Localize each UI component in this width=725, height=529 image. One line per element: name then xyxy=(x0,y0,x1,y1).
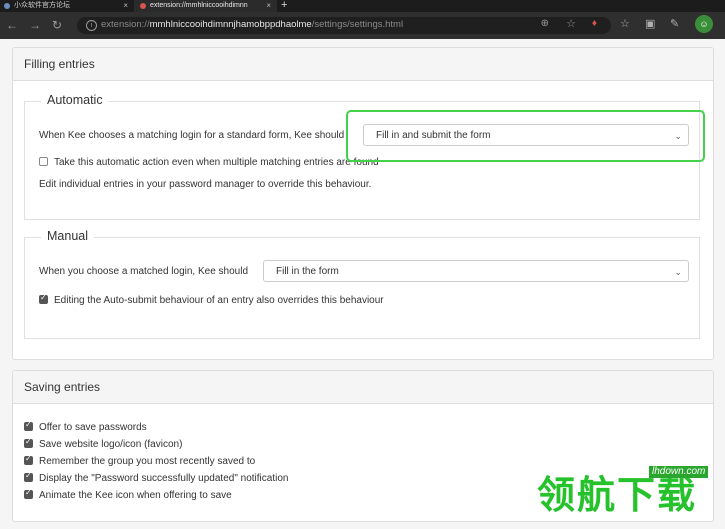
chevron-down-icon: ⌄ xyxy=(674,267,682,277)
watermark-text: 领航下载 xyxy=(537,473,698,517)
panel-title: Filling entries xyxy=(24,57,95,71)
animate-icon-option[interactable]: Animate the Kee icon when offering to sa… xyxy=(24,488,232,501)
manual-group: Manual When you choose a matched login, … xyxy=(24,229,700,339)
browser-toolbar: ← → ↻ i extension://mmhlniccooihdimnnjha… xyxy=(0,12,725,39)
collections-icon[interactable]: ▣ xyxy=(645,17,655,30)
multiple-entries-checkbox[interactable] xyxy=(39,157,48,166)
info-icon[interactable]: i xyxy=(86,20,97,31)
reload-button[interactable]: ↻ xyxy=(52,17,62,33)
multiple-entries-checkbox-row[interactable]: Take this automatic action even when mul… xyxy=(39,157,379,168)
back-button[interactable]: ← xyxy=(6,17,18,33)
filling-entries-panel: Filling entries Automatic When Kee choos… xyxy=(12,47,714,360)
new-tab-button[interactable]: + xyxy=(281,0,287,11)
checkbox-label: Take this automatic action even when mul… xyxy=(54,157,379,168)
zoom-icon[interactable]: ⊕ xyxy=(541,18,549,29)
site-favicon-icon xyxy=(4,3,10,9)
watermark-domain: lhdown.com xyxy=(649,466,709,478)
tab-close-icon[interactable]: × xyxy=(266,0,271,12)
profile-avatar[interactable]: ☺ xyxy=(695,15,713,33)
checkbox[interactable] xyxy=(24,420,33,431)
kee-extension-icon[interactable]: ♦ xyxy=(592,18,597,29)
panel-header: Filling entries xyxy=(13,48,713,81)
select-value: Fill in the form xyxy=(276,266,339,277)
highlight-annotation xyxy=(346,110,705,162)
url-text: extension://mmhlniccooihdimnnjhamobppdha… xyxy=(101,19,404,30)
tab-bar: 小众软件官方论坛 × extension://mmhlniccooihdimnn… xyxy=(0,0,725,12)
auto-submit-override-checkbox[interactable] xyxy=(39,293,48,304)
group-legend: Manual xyxy=(41,229,94,243)
checkbox-label: Remember the group you most recently sav… xyxy=(39,456,256,467)
auto-submit-override-checkbox-row[interactable]: Editing the Auto-submit behaviour of an … xyxy=(39,293,384,306)
tab-settings[interactable]: extension://mmhlniccooihdimnn × xyxy=(134,0,277,12)
feedback-icon[interactable]: ✎ xyxy=(670,17,679,30)
checkbox-label: Offer to save passwords xyxy=(39,422,147,433)
tab-forum[interactable]: 小众软件官方论坛 × xyxy=(0,0,134,12)
bookmark-star-icon[interactable]: ☆ xyxy=(566,17,576,30)
site-watermark: 领航下载 lhdown.com xyxy=(537,466,725,526)
panel-title: Saving entries xyxy=(24,380,101,394)
save-favicon-option[interactable]: Save website logo/icon (favicon) xyxy=(24,437,183,450)
checkbox-label: Display the "Password successfully updat… xyxy=(39,473,289,484)
checkbox[interactable] xyxy=(24,454,33,465)
checkbox[interactable] xyxy=(24,488,33,499)
automatic-behaviour-label: When Kee chooses a matching login for a … xyxy=(39,130,345,141)
manual-behaviour-select[interactable]: Fill in the form ⌄ xyxy=(263,260,689,282)
tab-label: extension://mmhlniccooihdimnn xyxy=(150,2,248,9)
checkbox[interactable] xyxy=(24,437,33,448)
tab-close-icon[interactable]: × xyxy=(123,0,128,12)
address-bar[interactable]: i extension://mmhlniccooihdimnnjhamobppd… xyxy=(77,17,611,34)
kee-favicon-icon xyxy=(140,3,146,9)
override-note: Edit individual entries in your password… xyxy=(39,179,372,190)
updated-notification-option[interactable]: Display the "Password successfully updat… xyxy=(24,471,289,484)
checkbox-label: Save website logo/icon (favicon) xyxy=(39,439,183,450)
group-legend: Automatic xyxy=(41,93,109,107)
manual-behaviour-label: When you choose a matched login, Kee sho… xyxy=(39,266,249,277)
save-passwords-option[interactable]: Offer to save passwords xyxy=(24,420,147,433)
checkbox-label: Animate the Kee icon when offering to sa… xyxy=(39,490,232,501)
forward-button[interactable]: → xyxy=(29,17,41,33)
favorites-icon[interactable]: ☆ xyxy=(620,17,630,30)
panel-header: Saving entries xyxy=(13,371,713,404)
checkbox[interactable] xyxy=(24,471,33,482)
tab-label: 小众软件官方论坛 xyxy=(14,2,70,9)
checkbox-label: Editing the Auto-submit behaviour of an … xyxy=(54,295,384,306)
remember-group-option[interactable]: Remember the group you most recently sav… xyxy=(24,454,256,467)
